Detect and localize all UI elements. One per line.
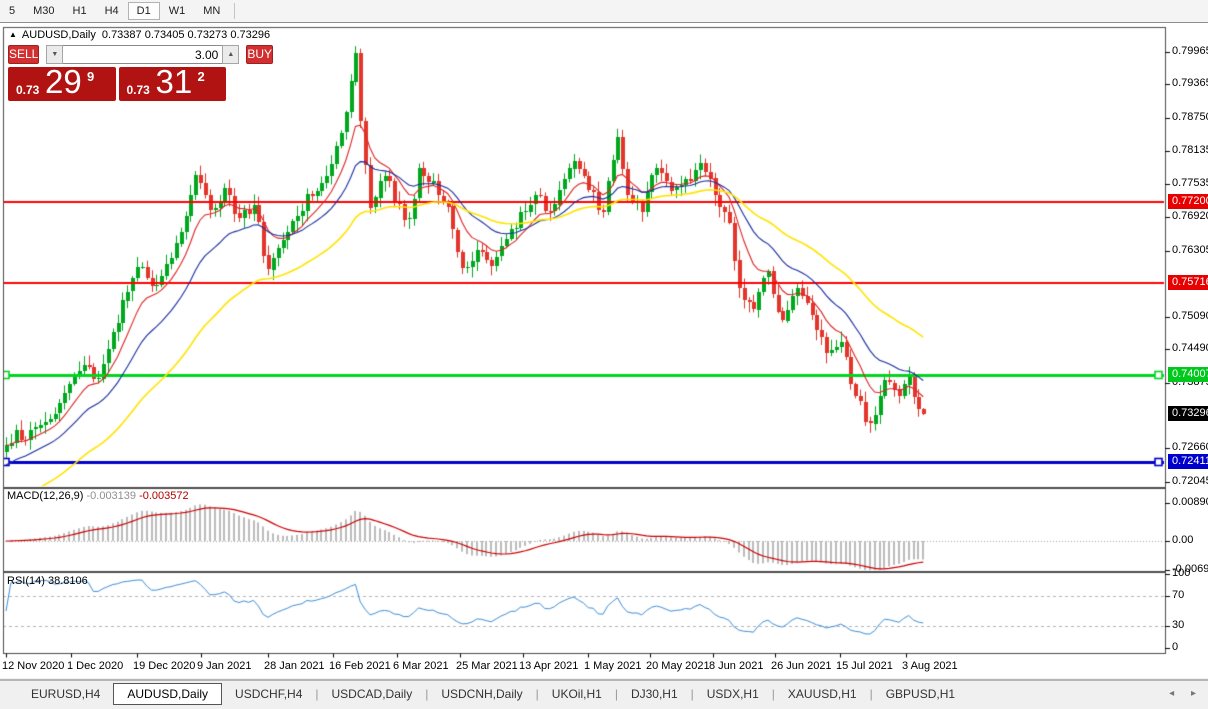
timeframe-button-M30[interactable]: M30 [24,2,63,20]
tab-usdx-h1[interactable]: USDX,H1 [694,684,772,705]
buy-button[interactable]: BUY [246,45,274,64]
tab-gbpusd-h1[interactable]: GBPUSD,H1 [873,684,968,705]
date-tick-label: 9 Jan 2021 [197,660,252,672]
rsi-name: RSI(14) [7,575,45,587]
timeframe-button-H4[interactable]: H4 [96,2,128,20]
tabs-holder: EURUSD,H4 AUDUSD,Daily USDCHF,H4 | USDCAD,Da… [18,683,968,705]
price-level-label: 0.77200 [1168,194,1208,209]
price-level-label: 0.75716 [1168,274,1208,290]
rsi-tick: 0 [1172,641,1179,653]
trading-terminal-window: 5 M30 H1 H4 D1 W1 MN ▲ AUDUSD,Daily 0.73387 0.73… [0,0,1208,709]
macd-indicator-label: MACD(12,26,9) -0.003139 -0.003572 [7,490,189,502]
rsi-indicator-label: RSI(14) 38.8106 [7,575,88,587]
macd-name: MACD(12,26,9) [7,490,84,502]
tab-scroll-left-icon[interactable]: ◂ [1169,688,1174,699]
timeframe-toolbar: 5 M30 H1 H4 D1 W1 MN [0,0,1208,23]
buy-price-pip: 2 [197,69,205,84]
price-level-label: 0.74007 [1168,367,1208,383]
volume-stepper: ▼ ▲ [46,45,240,64]
tab-scroll-arrows: ◂ ▸ [1155,684,1196,699]
date-tick-label: 6 Mar 2021 [393,660,449,672]
tab-eurusd-h4[interactable]: EURUSD,H4 [18,684,113,705]
macd-main-value: -0.003139 [86,490,137,502]
price-tick: 0.72660 [1172,441,1208,454]
price-level-label: 0.72411 [1168,453,1208,469]
macd-signal-value: -0.003572 [139,490,189,502]
price-tick: 0.76305 [1172,243,1208,256]
chart-header: ▲ AUDUSD,Daily 0.73387 0.73405 0.73273 0.7… [9,29,270,41]
tab-ukoil-h1[interactable]: UKOil,H1 [539,684,615,705]
tab-usdcnh-daily[interactable]: USDCNH,Daily [428,684,535,705]
symbol-title: AUDUSD,Daily [21,29,96,41]
price-tick: 0.76920 [1172,210,1208,223]
date-tick-label: 28 Jan 2021 [264,660,325,672]
chart-tab-bar: EURUSD,H4 AUDUSD,Daily USDCHF,H4 | USDCAD,Da… [0,680,1208,709]
price-tick: 0.79965 [1172,44,1208,57]
tab-usdchf-h4[interactable]: USDCHF,H4 [222,684,315,705]
toolbar-separator [234,3,236,19]
rsi-value: 38.8106 [47,575,88,587]
collapse-triangle-icon[interactable]: ▲ [9,30,17,39]
date-tick-label: 12 Nov 2020 [2,660,65,672]
rsi-tick: 70 [1172,589,1185,602]
price-tick: 0.79365 [1172,77,1208,90]
timeframe-button-W1[interactable]: W1 [160,2,195,20]
price-tick: 0.77535 [1172,176,1208,189]
date-tick-label: 25 Mar 2021 [456,660,518,672]
tab-xauusd-h1[interactable]: XAUUSD,H1 [775,684,870,705]
date-tick-label: 1 May 2021 [584,660,642,672]
macd-tick: 0.00 [1172,534,1194,546]
date-tick-label: 16 Feb 2021 [329,660,391,672]
buy-price-box[interactable]: 0.73 31 2 [118,63,226,101]
volume-decrease-icon[interactable]: ▼ [46,45,64,64]
date-tick-label: 20 May 2021 [646,660,710,672]
date-tick-label: 19 Dec 2020 [133,660,196,672]
price-tick: 0.78135 [1172,144,1208,157]
macd-tick: 0.008903 [1172,496,1208,509]
price-tick: 0.72045 [1172,474,1208,487]
timeframe-button-MN[interactable]: MN [194,2,229,20]
rsi-tick: 100 [1172,567,1191,579]
date-tick-label: 1 Dec 2020 [67,660,124,672]
date-tick-label: 8 Jun 2021 [709,660,764,672]
date-tick-label: 13 Apr 2021 [519,660,579,672]
tab-usdcad-daily[interactable]: USDCAD,Daily [319,684,426,705]
timeframe-button-D1[interactable]: D1 [127,2,160,20]
price-chart-canvas[interactable] [0,0,1208,709]
sell-price-big: 29 [45,63,82,100]
ohlc-values: 0.73387 0.73405 0.73273 0.73296 [101,29,271,41]
timeframe-button-H1[interactable]: H1 [64,2,96,20]
tab-dj30-h1[interactable]: DJ30,H1 [618,684,691,705]
volume-input[interactable] [63,45,223,64]
price-tick: 0.75090 [1172,309,1208,322]
sell-button[interactable]: SELL [8,45,40,64]
tab-audusd-daily[interactable]: AUDUSD,Daily [113,683,223,705]
timeframe-button-5[interactable]: 5 [0,2,24,20]
sell-price-prefix: 0.73 [16,83,40,97]
sell-price-pip: 9 [87,69,95,84]
date-tick-label: 3 Aug 2021 [902,660,958,672]
one-click-trade-panel: SELL ▼ ▲ BUY 0.73 29 9 0.73 31 2 [8,45,274,101]
price-tick: 0.78750 [1172,110,1208,123]
date-tick-label: 15 Jul 2021 [836,660,893,672]
rsi-tick: 30 [1172,618,1185,631]
tab-scroll-right-icon[interactable]: ▸ [1191,688,1196,699]
buy-price-big: 31 [155,63,193,100]
volume-increase-icon[interactable]: ▲ [222,45,240,64]
buy-price-prefix: 0.73 [126,83,150,97]
date-tick-label: 26 Jun 2021 [771,660,832,672]
sell-price-box[interactable]: 0.73 29 9 [8,63,116,101]
price-tick: 0.74490 [1172,342,1208,355]
price-level-label: 0.73296 [1168,405,1208,421]
